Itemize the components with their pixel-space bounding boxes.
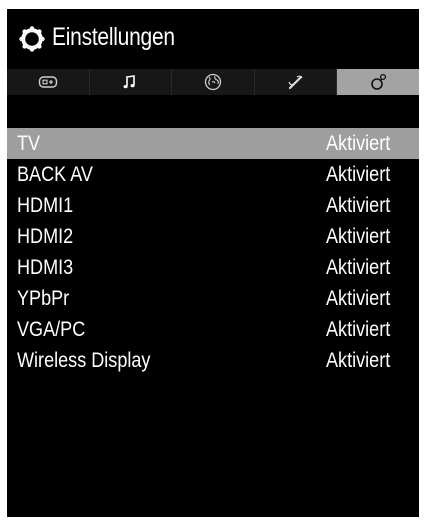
- source-status: Aktiviert: [326, 349, 391, 372]
- page-title: Einstellungen: [52, 23, 175, 51]
- tab-music[interactable]: [90, 69, 173, 95]
- tab-tools[interactable]: [255, 69, 338, 95]
- source-status: Aktiviert: [326, 194, 391, 217]
- tools-icon: [287, 74, 305, 90]
- list-item-back-av[interactable]: BACK AV Aktiviert: [7, 159, 419, 190]
- list-item-hdmi1[interactable]: HDMI1 Aktiviert: [7, 190, 419, 221]
- source-label: HDMI3: [17, 256, 74, 279]
- source-label: BACK AV: [17, 163, 93, 186]
- source-status: Aktiviert: [326, 163, 391, 186]
- source-label: VGA/PC: [17, 318, 86, 341]
- gear-icon: [19, 26, 45, 52]
- source-label: YPbPr: [17, 287, 70, 310]
- settings-screen: Einstellungen TV Aktiviert BACK AV Aktiv…: [7, 9, 419, 517]
- list-item-wireless-display[interactable]: Wireless Display Aktiviert: [7, 345, 419, 376]
- source-label: HDMI1: [17, 194, 74, 217]
- menu-tab-bar: [7, 69, 419, 95]
- tab-settings[interactable]: [337, 69, 419, 95]
- source-label: HDMI2: [17, 225, 74, 248]
- tab-globe[interactable]: [172, 69, 255, 95]
- source-status: Aktiviert: [326, 318, 391, 341]
- source-status: Aktiviert: [326, 132, 391, 155]
- source-label: TV: [17, 132, 41, 155]
- list-item-ypbpr[interactable]: YPbPr Aktiviert: [7, 283, 419, 314]
- source-list: TV Aktiviert BACK AV Aktiviert HDMI1 Akt…: [7, 128, 419, 376]
- source-status: Aktiviert: [326, 225, 391, 248]
- settings-icon: [369, 73, 387, 91]
- list-item-hdmi3[interactable]: HDMI3 Aktiviert: [7, 252, 419, 283]
- tab-av-source[interactable]: [7, 69, 90, 95]
- list-item-hdmi2[interactable]: HDMI2 Aktiviert: [7, 221, 419, 252]
- source-status: Aktiviert: [326, 287, 391, 310]
- source-status: Aktiviert: [326, 256, 391, 279]
- source-label: Wireless Display: [17, 349, 151, 372]
- title-bar: Einstellungen: [7, 9, 419, 69]
- list-item-tv[interactable]: TV Aktiviert: [7, 128, 419, 159]
- av-source-icon: [38, 75, 58, 89]
- globe-icon: [204, 73, 222, 91]
- music-note-icon: [122, 74, 138, 90]
- list-item-vga-pc[interactable]: VGA/PC Aktiviert: [7, 314, 419, 345]
